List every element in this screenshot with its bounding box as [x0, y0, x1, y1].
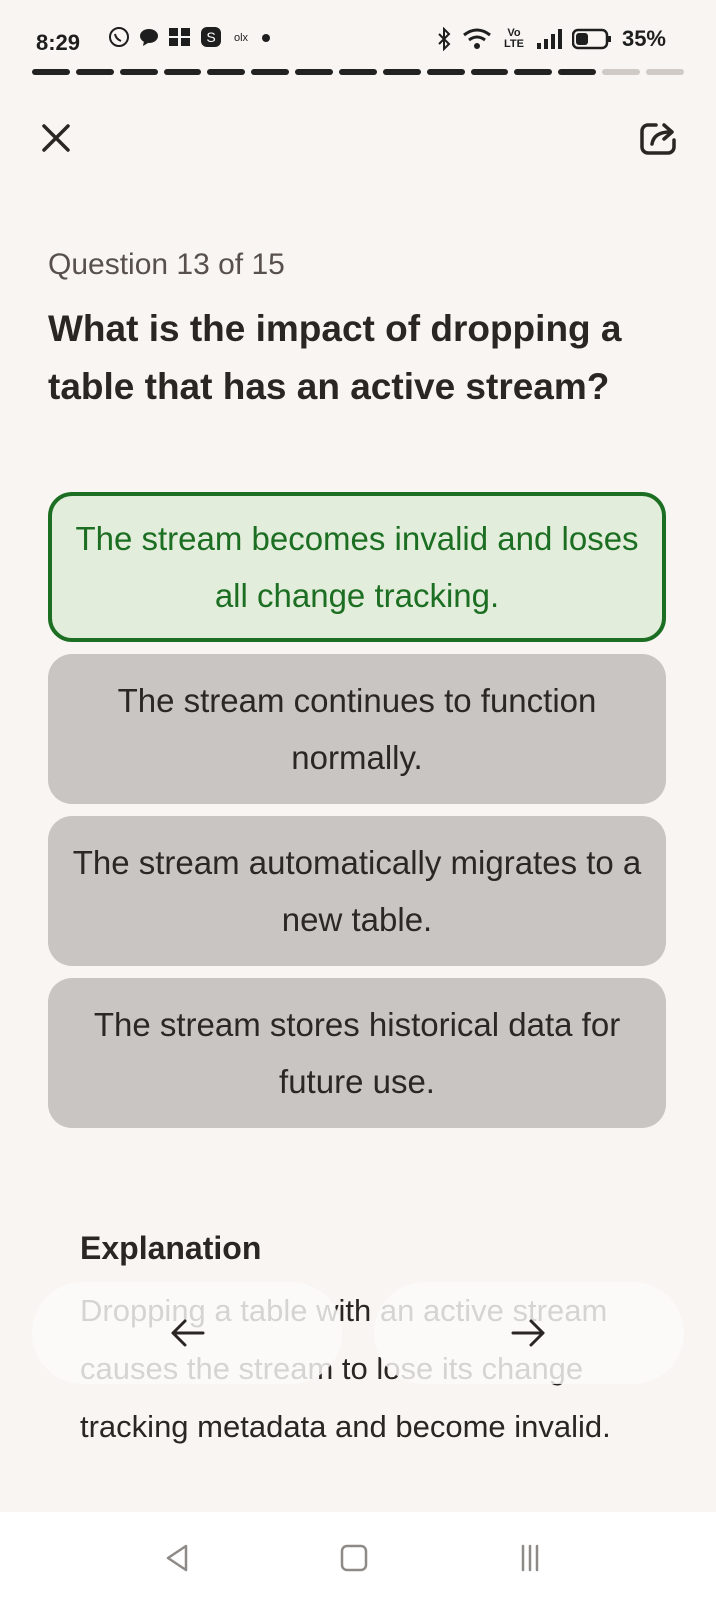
explanation-title: Explanation — [80, 1230, 262, 1266]
progress-segment — [75, 69, 114, 75]
question-text: What is the impact of dropping a table t… — [48, 308, 622, 407]
answer-option-1[interactable]: The stream becomes invalid and loses all… — [48, 492, 666, 642]
arrow-right-icon — [511, 1319, 545, 1347]
home-square-icon — [340, 1544, 368, 1572]
answer-option-label: The stream automatically migrates to a n… — [72, 844, 642, 938]
answer-option-label: The stream stores historical data for fu… — [93, 1006, 621, 1100]
svg-text:S: S — [206, 29, 215, 45]
progress-segment — [514, 69, 553, 75]
volte-label: Vo LTE — [503, 27, 524, 50]
progress-segment — [339, 69, 377, 75]
share-button[interactable] — [636, 116, 680, 160]
notification-icons: S olx — [108, 26, 272, 48]
arrow-left-icon — [171, 1319, 205, 1347]
quiz-progress-bar — [32, 69, 684, 75]
app-grid-icon — [169, 28, 190, 46]
whatsapp-icon — [109, 27, 129, 47]
close-button[interactable] — [36, 118, 76, 158]
battery-icon — [571, 28, 611, 50]
progress-segment — [646, 69, 684, 75]
progress-segment — [558, 69, 597, 75]
wifi-icon — [463, 28, 491, 49]
status-bar: 8:29 S olx Vo LTE 35% — [0, 0, 716, 76]
progress-segment — [470, 69, 509, 75]
top-nav — [0, 110, 716, 170]
bluetooth-icon — [438, 27, 451, 51]
progress-segment — [32, 69, 70, 75]
battery-percent: 35% — [621, 26, 666, 51]
olx-icon: olx — [234, 32, 249, 44]
share-icon — [640, 123, 676, 155]
next-question-button[interactable] — [374, 1282, 684, 1384]
previous-question-button[interactable] — [32, 1282, 342, 1384]
answer-option-label: The stream becomes invalid and loses all… — [75, 520, 639, 614]
system-status-icons: Vo LTE 35% — [436, 26, 666, 52]
progress-segment — [382, 69, 421, 75]
question-counter: Question 13 of 15 — [48, 248, 285, 281]
recents-icon — [521, 1544, 539, 1572]
progress-segment — [426, 69, 465, 75]
system-home-button[interactable] — [334, 1538, 374, 1578]
answer-option-2[interactable]: The stream continues to function normall… — [48, 654, 666, 804]
progress-segment — [163, 69, 202, 75]
progress-segment — [207, 69, 246, 75]
system-recents-button[interactable] — [510, 1538, 550, 1578]
progress-segment — [119, 69, 158, 75]
svg-text:olx: olx — [234, 32, 249, 44]
system-back-button[interactable] — [158, 1538, 198, 1578]
skype-icon: S — [201, 27, 221, 47]
progress-segment — [602, 69, 641, 75]
close-icon — [42, 124, 70, 152]
chat-bubble-icon — [140, 29, 158, 46]
answer-option-label: The stream continues to function normall… — [117, 682, 597, 776]
progress-segment — [295, 69, 334, 75]
status-time: 8:29 — [36, 30, 81, 55]
progress-segment — [251, 69, 290, 75]
back-triangle-icon — [166, 1544, 188, 1572]
signal-icon — [536, 29, 562, 49]
answer-option-3[interactable]: The stream automatically migrates to a n… — [48, 816, 666, 966]
dot-icon — [262, 34, 270, 42]
system-nav-bar — [0, 1512, 716, 1600]
answer-option-4[interactable]: The stream stores historical data for fu… — [48, 978, 666, 1128]
